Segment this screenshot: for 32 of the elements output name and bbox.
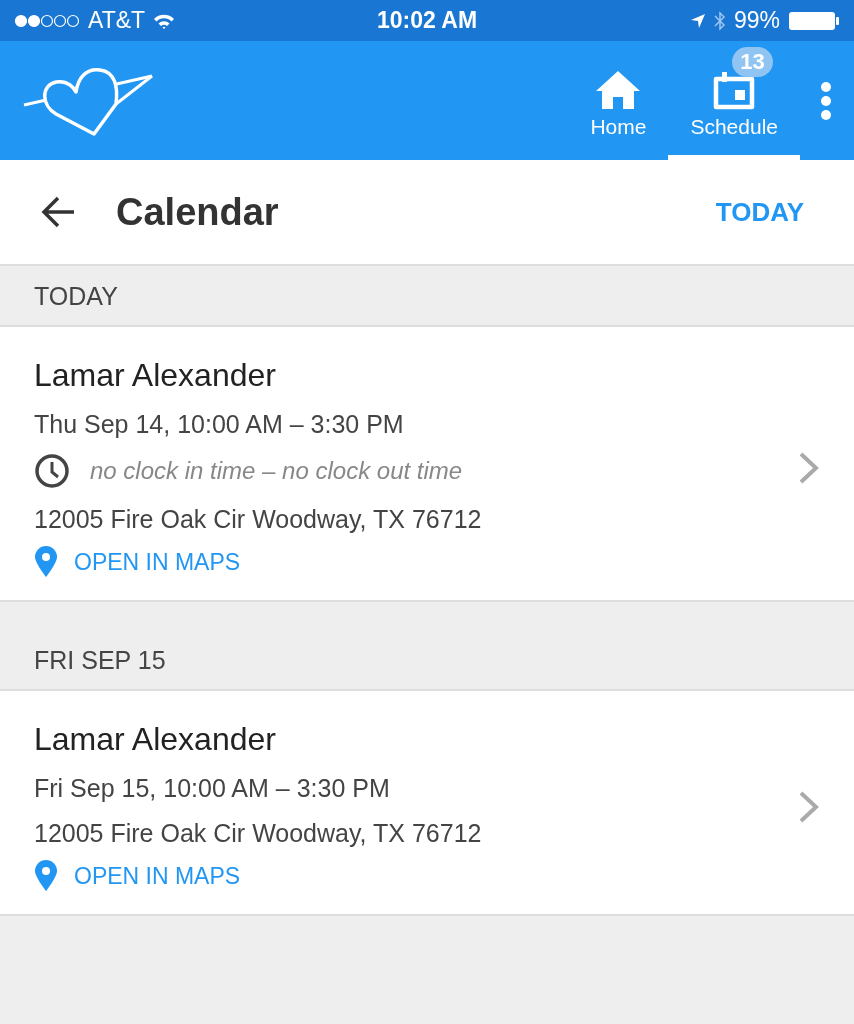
wifi-icon (153, 12, 176, 29)
clock-time: 10:02 AM (376, 7, 478, 34)
chevron-right-icon (798, 450, 820, 485)
open-in-maps-link[interactable]: OPEN IN MAPS (34, 546, 241, 578)
chevron-right-icon (798, 789, 820, 824)
count-badge: 13 (732, 47, 773, 77)
carrier-name: AT&T (88, 7, 146, 34)
clock-icon (34, 453, 70, 489)
event-address: 12005 Fire Oak Cir Woodway, TX 76712 (34, 819, 482, 848)
clock-status: no clock in time – no clock out time (90, 457, 463, 485)
event-time: Fri Sep 15, 10:00 AM – 3:30 PM (34, 774, 390, 803)
map-pin-icon (34, 860, 58, 892)
today-button[interactable]: TODAY (709, 195, 810, 229)
event-time: Thu Sep 14, 10:00 AM – 3:30 PM (34, 410, 404, 439)
page-title: Calendar (116, 190, 279, 234)
battery-icon (788, 10, 840, 31)
nav-tab[interactable]: Home (568, 41, 669, 160)
signal-icon (14, 13, 80, 28)
event-card[interactable]: Lamar Alexander Thu Sep 14, 10:00 AM – 3:30 PM no clock in time – no clock out time 12005 Fire Oak Cir Woodway, TX 76712 OPEN IN MAPS (0, 327, 854, 602)
event-name: Lamar Alexander (34, 721, 276, 758)
section-heading: FRI SEP 15 (34, 646, 166, 674)
location-arrow-icon (689, 12, 706, 29)
more-menu-icon[interactable] (820, 80, 832, 121)
event-name: Lamar Alexander (34, 357, 276, 394)
open-in-maps-link[interactable]: OPEN IN MAPS (34, 860, 241, 892)
map-pin-icon (34, 546, 58, 578)
section-heading: TODAY (34, 282, 118, 310)
battery-percent: 99% (733, 7, 780, 34)
bluetooth-icon (713, 9, 726, 32)
back-arrow-icon[interactable] (40, 196, 76, 228)
event-address: 12005 Fire Oak Cir Woodway, TX 76712 (34, 505, 482, 534)
event-card[interactable]: Lamar Alexander Fri Sep 15, 10:00 AM – 3:30 PM 12005 Fire Oak Cir Woodway, TX 76712 OPEN IN MAPS (0, 691, 854, 916)
